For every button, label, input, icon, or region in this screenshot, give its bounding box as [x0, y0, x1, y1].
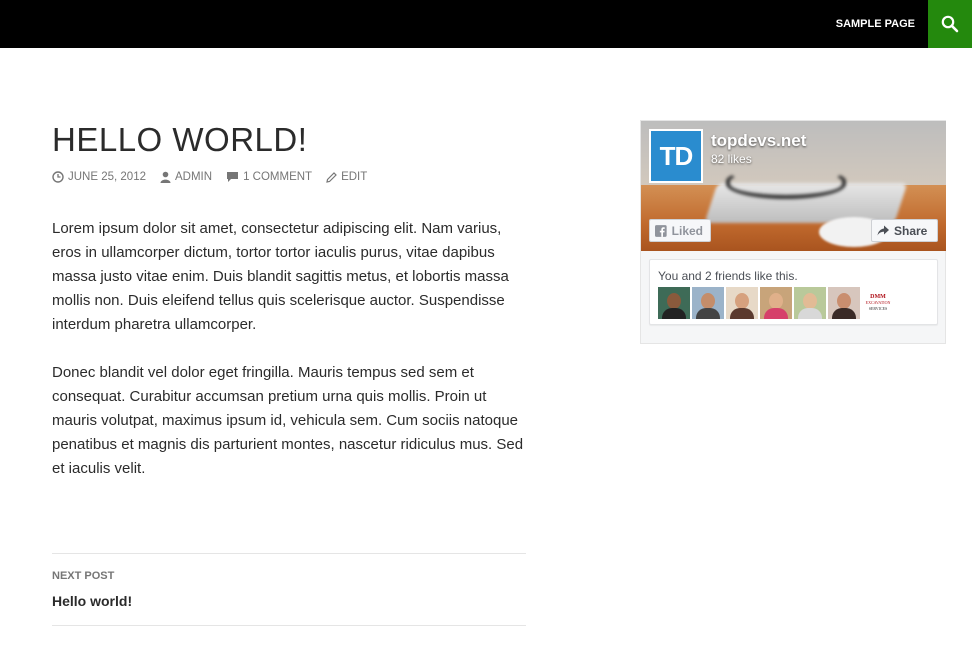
post-date-link[interactable]: JUNE 25, 2012	[52, 171, 146, 183]
friend-avatar-head	[735, 293, 749, 309]
post-date: JUNE 25, 2012	[68, 171, 146, 183]
friends-box: You and 2 friends like this. DMM EXCAVAT…	[649, 259, 938, 325]
facebook-page-name[interactable]: topdevs.net	[711, 131, 806, 151]
facebook-page-avatar[interactable]: TD	[649, 129, 703, 183]
cover-glasses	[726, 169, 846, 199]
friend-avatar-body	[696, 308, 720, 319]
next-post-kicker: NEXT POST	[52, 570, 115, 582]
post-comments: 1 COMMENT	[243, 171, 313, 183]
friend-avatar[interactable]	[794, 287, 826, 319]
facebook-icon	[655, 224, 667, 237]
friend-avatar-head	[667, 293, 681, 309]
post-author-link[interactable]: ADMIN	[160, 171, 212, 183]
friend-avatar[interactable]	[828, 287, 860, 319]
post-paragraph-2: Donec blandit vel dolor eget fringilla. …	[52, 364, 524, 477]
nav-item-sample-page[interactable]: SAMPLE PAGE	[836, 0, 915, 48]
friend-avatar-head	[803, 293, 817, 309]
liked-button[interactable]: Liked	[649, 219, 711, 242]
friend-avatar[interactable]	[692, 287, 724, 319]
post-comments-link[interactable]: 1 COMMENT	[226, 171, 312, 183]
post-paragraph-1: Lorem ipsum dolor sit amet, consectetur …	[52, 220, 509, 333]
liked-label: Liked	[671, 223, 703, 238]
friend-avatar-head	[769, 293, 783, 309]
avatar-logo-text: TD	[651, 131, 701, 181]
friend-avatar-logo[interactable]: DMM EXCAVATION SERVICES	[862, 287, 894, 319]
search-icon	[941, 15, 959, 33]
facebook-page-widget: TD topdevs.net 82 likes Liked Share You …	[640, 120, 946, 344]
site-header: SAMPLE PAGE	[0, 0, 972, 48]
facebook-cover-photo[interactable]: TD topdevs.net 82 likes Liked Share	[641, 121, 946, 251]
post-edit-link[interactable]: EDIT	[326, 171, 367, 183]
friend-avatar-body	[764, 308, 788, 319]
friend-avatar[interactable]	[658, 287, 690, 319]
search-button[interactable]	[928, 0, 972, 48]
friend-avatar-head	[837, 293, 851, 309]
pencil-icon	[326, 171, 337, 183]
friend-avatar[interactable]	[726, 287, 758, 319]
user-icon	[160, 171, 171, 183]
friends-like-text: You and 2 friends like this.	[658, 269, 798, 283]
post-edit: EDIT	[341, 171, 368, 183]
next-post-link[interactable]: Hello world!	[52, 593, 132, 609]
post-meta: JUNE 25, 2012 ADMIN 1 COMMENT EDIT	[52, 168, 381, 186]
clock-icon	[52, 171, 64, 183]
friend-avatar[interactable]	[760, 287, 792, 319]
post-navigation: NEXT POST Hello world!	[52, 553, 526, 626]
post-title: HELLO WORLD!	[52, 121, 308, 158]
share-label: Share	[894, 223, 928, 238]
friend-avatar-body	[832, 308, 856, 319]
logo-line-3: SERVICES	[868, 306, 888, 311]
comment-icon	[227, 172, 239, 182]
friend-avatar-head	[701, 293, 715, 309]
friend-avatar-body	[662, 308, 686, 319]
post-author: ADMIN	[175, 171, 213, 183]
friend-avatar-body	[730, 308, 754, 319]
share-button[interactable]: Share	[871, 219, 938, 242]
friend-faces: DMM EXCAVATION SERVICES	[658, 287, 896, 319]
post-content: Lorem ipsum dolor sit amet, consectetur …	[52, 217, 528, 505]
facebook-like-count: 82 likes	[711, 152, 752, 166]
friend-avatar-body	[798, 308, 822, 319]
share-arrow-icon	[877, 225, 889, 236]
